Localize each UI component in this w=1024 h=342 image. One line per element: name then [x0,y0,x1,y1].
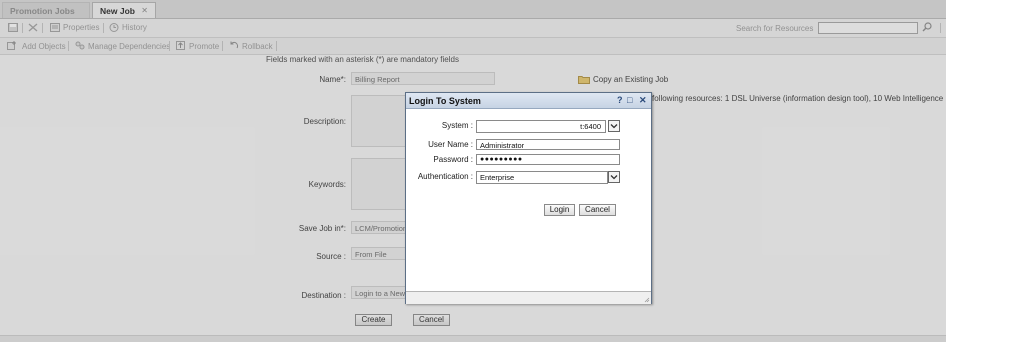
username-input[interactable]: Administrator [476,139,620,150]
username-label: User Name : [428,140,473,149]
authentication-label: Authentication : [417,172,473,181]
authentication-select[interactable]: Enterprise [476,171,608,184]
password-label: Password : [433,155,473,164]
app-window: Promotion Jobs New Job ✕ Properties Hist… [0,0,946,342]
maximize-icon[interactable]: □ [627,95,632,105]
help-icon[interactable]: ? [617,95,623,105]
dialog-cancel-button[interactable]: Cancel [579,204,616,216]
system-dropdown[interactable] [608,120,620,132]
system-label: System : [441,121,473,130]
system-input[interactable]: t:6400 [476,120,606,133]
password-input[interactable]: ●●●●●●●●● [476,154,620,165]
resize-grip-icon[interactable] [644,297,650,303]
dialog-status-bar [406,291,651,304]
authentication-dropdown[interactable] [608,171,620,183]
dialog-title-bar[interactable]: Login To System ? □ ✕ [406,93,651,109]
login-dialog: Login To System ? □ ✕ System : t:6400 Us… [405,92,652,304]
chevron-down-icon [610,175,618,180]
close-icon[interactable]: ✕ [639,95,647,106]
dialog-title: Login To System [409,96,481,106]
chevron-down-icon [610,124,618,129]
login-button[interactable]: Login [544,204,575,216]
